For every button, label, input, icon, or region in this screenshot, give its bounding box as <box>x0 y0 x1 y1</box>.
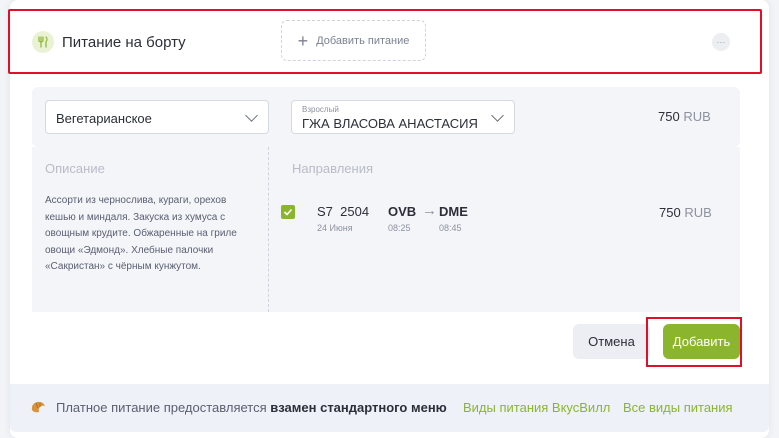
description-text: Ассорти из чернослива, кураги, орехов ке… <box>45 195 237 272</box>
flight-row: S7 2504 24 Июня OVB → DME 08:25 08:45 75… <box>269 202 741 242</box>
meal-type-value: Вегетарианское <box>56 111 152 126</box>
flight-checkbox[interactable] <box>281 205 295 219</box>
chevron-down-icon <box>245 109 258 122</box>
cancel-button[interactable]: Отмена <box>573 324 650 359</box>
add-food-label: Добавить питание <box>316 34 410 47</box>
link-vkusvill-meals[interactable]: Виды питания ВкусВилл <box>463 400 610 415</box>
more-options-button[interactable]: ··· <box>712 33 730 51</box>
departure-airport: OVB <box>388 204 417 219</box>
passenger-caption: Взрослый <box>302 105 339 114</box>
directions-panel: Направления S7 2504 24 Июня OVB → DME 08… <box>268 147 740 312</box>
departure-time: 08:25 <box>388 223 411 233</box>
flight-number: S7 2504 <box>317 204 370 219</box>
meal-price: 750 RUB <box>658 109 711 124</box>
arrival-time: 08:45 <box>439 223 462 233</box>
arrow-right-icon: → <box>422 202 437 219</box>
add-button[interactable]: Добавить <box>663 324 740 359</box>
fork-knife-icon <box>32 31 54 53</box>
description-title: Описание <box>45 161 105 176</box>
meal-dialog: Питание на борту + Добавить питание ··· … <box>10 0 769 438</box>
price-amount: 750 <box>658 109 680 124</box>
footer-text-prefix: Платное питание предоставляется <box>56 400 271 415</box>
flight-price: 750 RUB <box>659 205 712 220</box>
arrival-airport: DME <box>439 204 468 219</box>
flight-date: 24 Июня <box>317 223 353 233</box>
meal-type-select[interactable]: Вегетарианское <box>45 100 269 134</box>
add-food-button[interactable]: + Добавить питание <box>281 20 426 61</box>
footer-info: Платное питание предоставляется взамен с… <box>10 384 769 432</box>
checkmark-icon <box>283 208 293 216</box>
flight-price-amount: 750 <box>659 205 681 220</box>
flight-price-currency: RUB <box>684 205 712 220</box>
plus-icon: + <box>297 30 309 51</box>
passenger-select[interactable]: Взрослый ГЖА ВЛАСОВА АНАСТАСИЯ <box>291 100 515 134</box>
passenger-name: ГЖА ВЛАСОВА АНАСТАСИЯ <box>302 116 478 131</box>
link-all-meals[interactable]: Все виды питания <box>623 400 733 415</box>
dialog-title: Питание на борту <box>62 33 186 51</box>
chevron-down-icon <box>491 109 504 122</box>
footer-text-bold: взамен стандартного меню <box>270 400 447 415</box>
footer-text: Платное питание предоставляется взамен с… <box>56 400 447 415</box>
header-title-wrap: Питание на борту <box>32 31 186 53</box>
croissant-icon <box>31 401 45 413</box>
selection-bar: Вегетарианское Взрослый ГЖА ВЛАСОВА АНАС… <box>32 87 740 147</box>
price-currency: RUB <box>683 109 711 124</box>
directions-title: Направления <box>292 161 374 176</box>
dialog-header: Питание на борту + Добавить питание ··· <box>10 0 769 80</box>
description-panel: Описание Ассорти из чернослива, кураги, … <box>32 147 268 312</box>
